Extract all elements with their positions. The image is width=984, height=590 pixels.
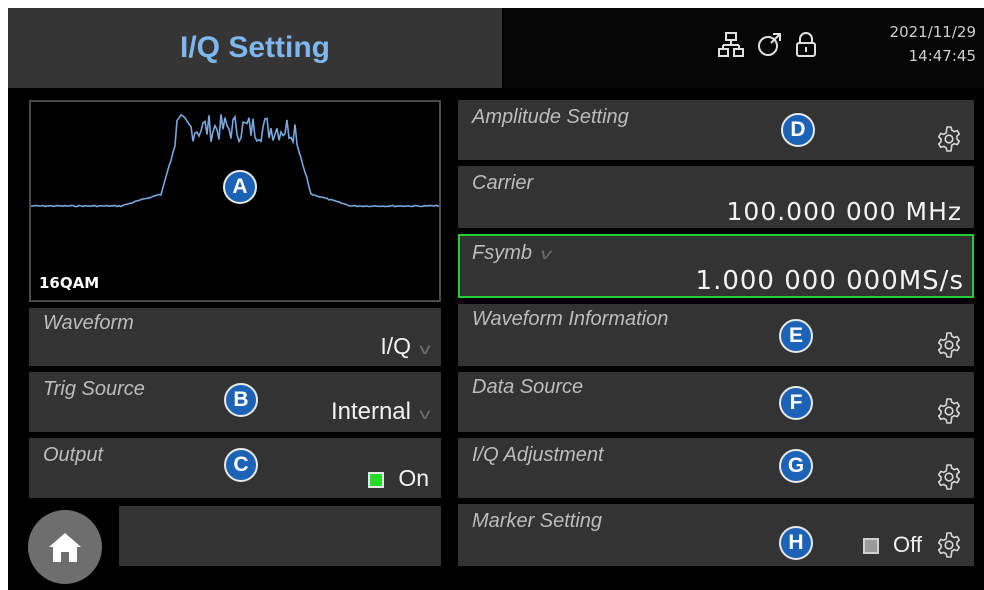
- iq-adjustment-label: I/Q Adjustment: [472, 444, 604, 466]
- status-bar: 2021/11/29 14:47:45: [502, 8, 984, 88]
- clock: 2021/11/29 14:47:45: [890, 20, 976, 68]
- marker-setting-label: Marker Setting: [472, 510, 603, 532]
- gear-icon[interactable]: [936, 126, 962, 152]
- marker-off-indicator: [863, 538, 880, 555]
- chevron-down-icon: v: [419, 341, 431, 358]
- output-value-text: On: [398, 465, 429, 491]
- carrier-label: Carrier: [472, 172, 534, 194]
- page-title: I/Q Setting: [180, 31, 330, 64]
- spectrum-display[interactable]: A 16QAM: [29, 100, 441, 302]
- waveform-label: Waveform: [43, 312, 134, 334]
- lock-icon: [794, 32, 818, 58]
- iq-adjustment-panel[interactable]: I/Q Adjustment G: [458, 438, 974, 498]
- amplitude-setting-label: Amplitude Setting: [472, 106, 629, 128]
- data-source-panel[interactable]: Data Source F: [458, 372, 974, 432]
- callout-badge-c: C: [224, 448, 258, 482]
- waveform-value-text: I/Q: [380, 333, 411, 359]
- modulation-label: 16QAM: [39, 274, 100, 292]
- marker-value-text: Off: [893, 532, 922, 557]
- chevron-down-icon: v: [540, 246, 552, 263]
- trig-source-value[interactable]: Internal v: [330, 398, 431, 426]
- callout-badge-d: D: [781, 113, 815, 147]
- external-ref-icon: [756, 32, 782, 58]
- carrier-value[interactable]: 100.000 000 MHz: [727, 197, 962, 226]
- marker-toggle[interactable]: Off: [863, 532, 922, 558]
- empty-panel: [119, 506, 441, 566]
- gear-icon[interactable]: [936, 532, 962, 558]
- fsymb-label[interactable]: Fsymb v: [472, 242, 552, 265]
- home-icon: [49, 533, 81, 562]
- network-icon: [718, 32, 744, 58]
- instrument-screen: I/Q Setting 2021/11/29 14:47:45 A 16QAM …: [8, 8, 984, 590]
- waveform-panel[interactable]: Waveform I/Q v: [29, 308, 441, 366]
- waveform-value[interactable]: I/Q v: [380, 333, 431, 360]
- amplitude-setting-panel[interactable]: Amplitude Setting D: [458, 100, 974, 160]
- carrier-panel[interactable]: Carrier 100.000 000 MHz: [458, 166, 974, 228]
- waveform-information-label: Waveform Information: [472, 308, 669, 330]
- chevron-down-icon: v: [419, 406, 431, 423]
- fsymb-label-text: Fsymb: [472, 242, 532, 264]
- time-text: 14:47:45: [908, 47, 976, 65]
- waveform-information-panel[interactable]: Waveform Information E: [458, 304, 974, 366]
- trig-source-label: Trig Source: [43, 378, 145, 400]
- callout-badge-f: F: [779, 386, 813, 420]
- callout-badge-a: A: [223, 170, 257, 204]
- callout-badge-b: B: [224, 383, 258, 417]
- title-bar: I/Q Setting: [8, 8, 502, 88]
- gear-icon[interactable]: [936, 332, 962, 358]
- fsymb-value[interactable]: 1.000 000 000MS/s: [696, 266, 964, 296]
- data-source-label: Data Source: [472, 376, 584, 398]
- callout-badge-g: G: [779, 449, 813, 483]
- output-panel[interactable]: Output C On: [29, 438, 441, 498]
- gear-icon[interactable]: [936, 398, 962, 424]
- home-button[interactable]: [28, 510, 102, 584]
- output-on-indicator: [368, 471, 385, 488]
- fsymb-panel[interactable]: Fsymb v 1.000 000 000MS/s: [458, 234, 974, 298]
- callout-badge-h: H: [779, 526, 813, 560]
- callout-badge-e: E: [779, 319, 813, 353]
- marker-setting-panel[interactable]: Marker Setting H Off: [458, 504, 974, 566]
- date-text: 2021/11/29: [889, 23, 976, 41]
- output-label: Output: [43, 444, 104, 466]
- trig-source-value-text: Internal: [330, 398, 411, 425]
- gear-icon[interactable]: [936, 464, 962, 490]
- trig-source-panel[interactable]: Trig Source B Internal v: [29, 372, 441, 432]
- output-toggle[interactable]: On: [368, 465, 429, 492]
